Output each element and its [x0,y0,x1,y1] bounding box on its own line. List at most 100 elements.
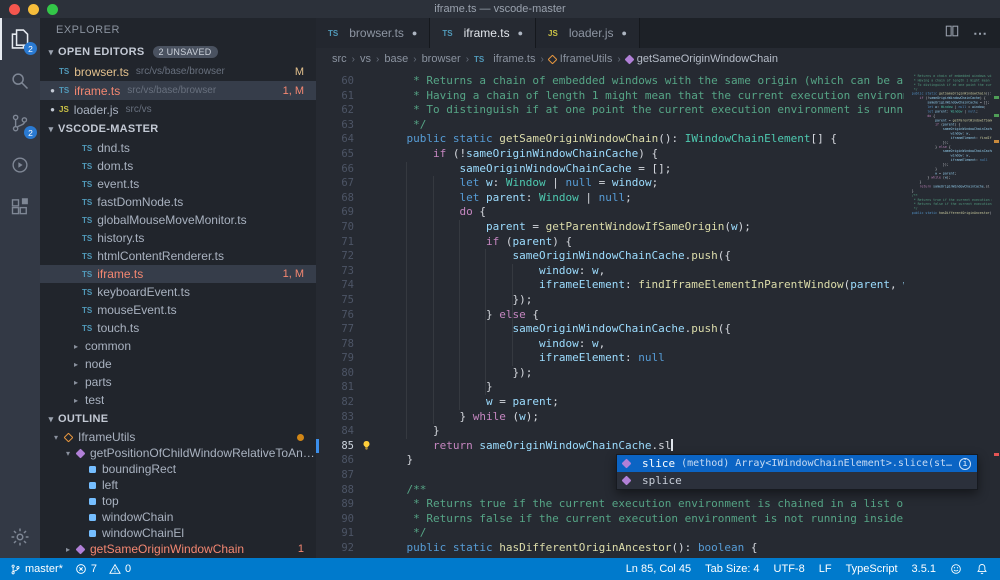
status-ln-85-col-45[interactable]: Ln 85, Col 45 [626,563,691,575]
breadcrumb-iframeutils[interactable]: IframeUtils [549,53,613,65]
tree-folder-node[interactable]: ▸node [40,355,316,373]
line-number: 67 [316,176,354,191]
status-smiley-icon[interactable] [950,563,962,575]
breadcrumb-browser[interactable]: browser [422,53,461,65]
tree-item-iframe-ts[interactable]: TSiframe.ts1, M [40,265,316,283]
tree-item-event-ts[interactable]: TSevent.ts [40,175,316,193]
file-name: touch.ts [97,321,139,335]
code-text: window: w, [380,337,605,352]
file-type-icon: TS [474,55,484,64]
symbol-name: top [102,494,119,508]
more-actions-icon[interactable]: ⋯ [973,25,988,42]
suggestion-slice[interactable]: slice(method) Array<IWindowChainElement>… [617,455,977,472]
line-number: 74 [316,278,354,293]
tab-loader-js[interactable]: JSloader.js● [536,18,640,48]
status-utf-8[interactable]: UTF-8 [774,563,805,575]
outline-header[interactable]: ▾ OUTLINE [40,409,316,429]
status-typescript[interactable]: TypeScript [846,563,898,575]
minimize-button[interactable] [28,4,39,15]
settings-gear-icon[interactable] [0,516,40,558]
status-branch-item[interactable]: master* [10,563,63,576]
code-line-70: 70 parent = getParentWindowIfSameOrigin(… [316,220,1000,235]
breadcrumb-separator-icon: › [466,54,469,65]
error-icon [75,563,87,575]
outline-item-windowchainel[interactable]: windowChainEl [40,525,316,541]
tree-folder-common[interactable]: ▸common [40,337,316,355]
code-line-61: 61 * Having a chain of length 1 might me… [316,89,1000,104]
open-editor-iframe-ts[interactable]: ●TSiframe.tssrc/vs/base/browser1, M [40,81,316,100]
outline-item-getpositionofchildwindowrelativetoancestorwindow[interactable]: ▾getPositionOfChildWindowRelativeToAnces… [40,445,316,461]
breadcrumb-getsameoriginwindowchain[interactable]: getSameOriginWindowChain [626,53,778,65]
status-lf[interactable]: LF [819,563,832,575]
code-line-91: 91 */ [316,526,1000,541]
status-tab-size-4[interactable]: Tab Size: 4 [705,563,759,575]
dirty-indicator[interactable]: ● [518,28,523,38]
outline-item-left[interactable]: left [40,477,316,493]
tree-item-globalmousemovemonitor-ts[interactable]: TSglobalMouseMoveMonitor.ts [40,211,316,229]
open-editors-header[interactable]: ▾ OPEN EDITORS 2 UNSAVED [40,42,316,62]
status-3-5-1[interactable]: 3.5.1 [912,563,936,575]
tree-folder-parts[interactable]: ▸parts [40,373,316,391]
line-number: 62 [316,103,354,118]
line-number: 84 [316,424,354,439]
breadcrumb-iframe-ts[interactable]: TSiframe.ts [474,53,535,65]
code-line-65: 65 if (!sameOriginWindowChainCache) { [316,147,1000,162]
status-warning-item[interactable]: 0 [109,563,131,575]
symbol-name: IframeUtils [78,430,135,444]
outline-item-boundingrect[interactable]: boundingRect [40,461,316,477]
tree-item-dom-ts[interactable]: TSdom.ts [40,157,316,175]
code-editor[interactable]: 60 * Returns a chain of embedded windows… [316,70,1000,558]
gutter-space [354,205,380,220]
outline-item-getsameoriginwindowchain[interactable]: ▸getSameOriginWindowChain1 [40,541,316,557]
info-icon[interactable]: i [959,458,971,470]
outline-label: OUTLINE [58,413,108,425]
breadcrumb-src[interactable]: src [332,53,347,65]
code-line-85: 85 return sameOriginWindowChainCache.sl [316,439,1000,454]
tree-item-htmlcontentrenderer-ts[interactable]: TShtmlContentRenderer.ts [40,247,316,265]
status-error-item[interactable]: 7 [75,563,97,575]
outline-item-iframeutils[interactable]: ▾IframeUtils [40,429,316,445]
open-editor-browser-ts[interactable]: ●TSbrowser.tssrc/vs/base/browserM [40,62,316,81]
activity-source-control-icon[interactable]: 2 [0,102,40,144]
gutter-space [354,337,380,352]
activity-search-icon[interactable] [0,60,40,102]
branch-icon [10,563,21,576]
zoom-button[interactable] [47,4,58,15]
breadcrumb-base[interactable]: base [384,53,408,65]
breadcrumb-vs[interactable]: vs [360,53,371,65]
open-editor-loader-js[interactable]: ●JSloader.jssrc/vs [40,100,316,119]
gutter-space [354,191,380,206]
symbol-method-icon [76,448,86,458]
status-bell-icon[interactable] [976,563,988,575]
tree-item-fastdomnode-ts[interactable]: TSfastDomNode.ts [40,193,316,211]
suggestion-splice[interactable]: splice [617,472,977,489]
tree-item-touch-ts[interactable]: TStouch.ts [40,319,316,337]
split-editor-icon[interactable] [945,24,959,43]
outline-item-top[interactable]: top [40,493,316,509]
status-label: master* [25,563,63,575]
close-button[interactable] [9,4,20,15]
dirty-indicator[interactable]: ● [412,28,417,38]
tree-item-history-ts[interactable]: TShistory.ts [40,229,316,247]
line-number: 61 [316,89,354,104]
line-number: 77 [316,322,354,337]
tree-item-keyboardevent-ts[interactable]: TSkeyboardEvent.ts [40,283,316,301]
code-line-64: 64 public static getSameOriginWindowChai… [316,132,1000,147]
tree-item-mouseevent-ts[interactable]: TSmouseEvent.ts [40,301,316,319]
tree-folder-test[interactable]: ▸test [40,391,316,409]
status-label: 7 [91,563,97,575]
outline-item-windowchain[interactable]: windowChain [40,509,316,525]
line-number: 68 [316,191,354,206]
code-line-89: 89 * Returns true if the current executi… [316,497,1000,512]
activity-extensions-icon[interactable] [0,186,40,228]
tab-iframe-ts[interactable]: TSiframe.ts● [430,18,536,48]
dirty-indicator[interactable]: ● [622,28,627,38]
file-type-icon: TS [82,234,92,243]
activity-explorer-icon[interactable]: 2 [0,18,40,60]
gutter-space [354,293,380,308]
activity-debug-icon[interactable] [0,144,40,186]
workspace-folder-header[interactable]: ▾ VSCODE-MASTER [40,119,316,139]
tab-browser-ts[interactable]: TSbrowser.ts● [316,18,430,48]
tree-item-dnd-ts[interactable]: TSdnd.ts [40,139,316,157]
explorer-sidebar: EXPLORER ▾ OPEN EDITORS 2 UNSAVED ●TSbro… [40,18,316,558]
